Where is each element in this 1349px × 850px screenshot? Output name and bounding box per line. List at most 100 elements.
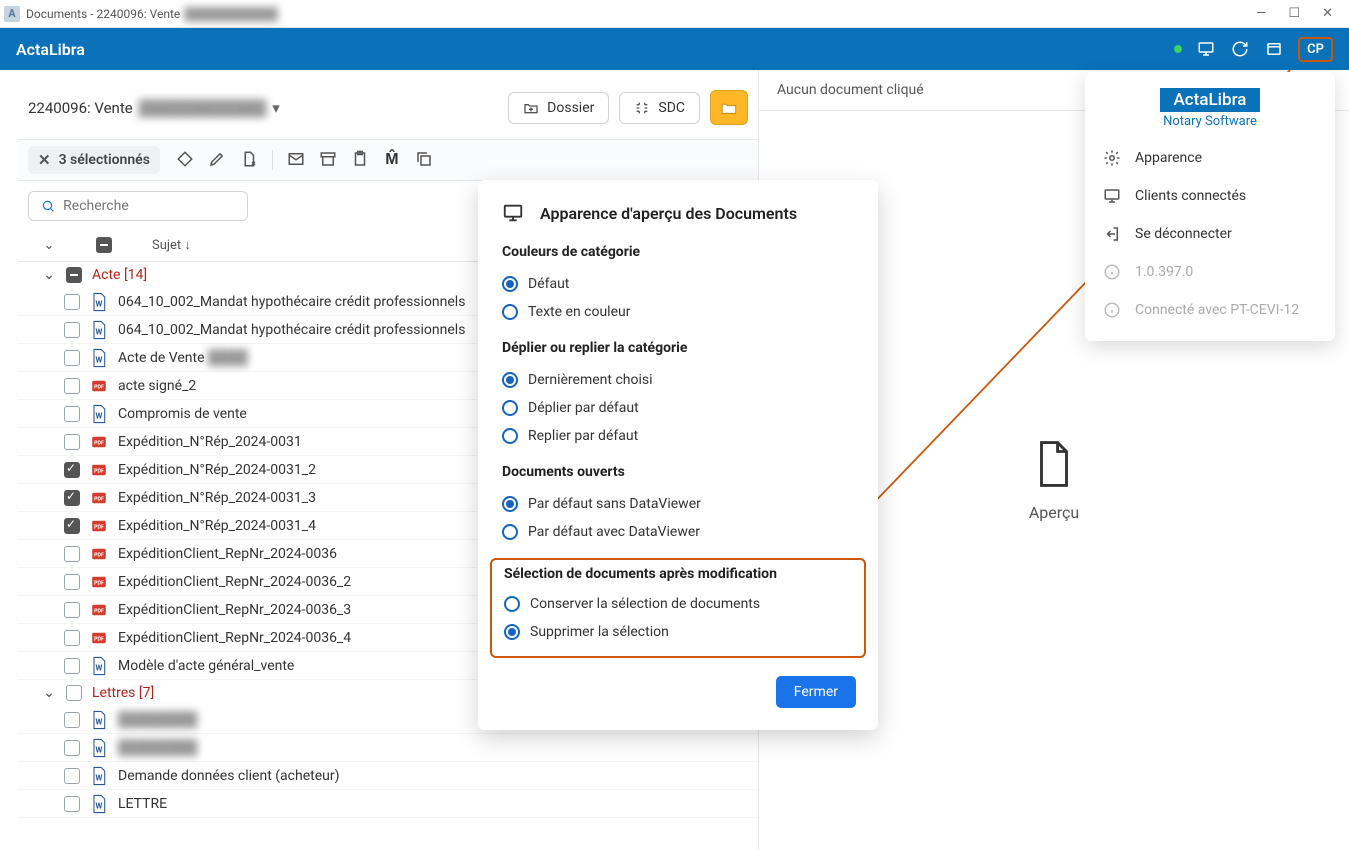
menu-clients[interactable]: Clients connectés bbox=[1085, 177, 1335, 215]
svg-text:W: W bbox=[96, 801, 103, 810]
refresh-icon[interactable] bbox=[1230, 39, 1250, 59]
monitor-icon bbox=[502, 202, 524, 224]
m-icon[interactable]: M̂ bbox=[383, 150, 401, 168]
table-row[interactable]: WDemande données client (acheteur) bbox=[18, 762, 758, 790]
archive-icon[interactable] bbox=[319, 150, 337, 168]
document-icon bbox=[1032, 439, 1076, 489]
user-menu-logo: ActaLibra Notary Software bbox=[1085, 84, 1335, 131]
word-icon: W bbox=[90, 292, 108, 312]
search-icon bbox=[41, 198, 55, 214]
column-subject[interactable]: Sujet ↓ bbox=[152, 237, 191, 253]
row-checkbox[interactable] bbox=[64, 490, 80, 506]
row-checkbox[interactable] bbox=[64, 350, 80, 366]
row-checkbox[interactable] bbox=[64, 602, 80, 618]
row-checkbox[interactable] bbox=[64, 574, 80, 590]
radio-with-dv[interactable]: Par défaut avec DataViewer bbox=[502, 518, 854, 546]
svg-text:W: W bbox=[96, 745, 103, 754]
maximize-icon[interactable]: ☐ bbox=[1288, 6, 1300, 21]
svg-text:PDF: PDF bbox=[94, 636, 104, 642]
status-indicator-icon bbox=[1174, 45, 1182, 53]
dialog-title: Apparence d'aperçu des Documents bbox=[540, 204, 797, 223]
selection-pill: ✕ 3 sélectionnés bbox=[28, 146, 160, 174]
row-checkbox[interactable] bbox=[64, 768, 80, 784]
group-checkbox[interactable] bbox=[66, 685, 82, 701]
info-icon bbox=[1103, 301, 1121, 319]
row-checkbox[interactable] bbox=[64, 740, 80, 756]
radio-lastchosen[interactable]: Dernièrement choisi bbox=[502, 366, 854, 394]
doc-name-blurred: ████████ bbox=[118, 711, 197, 728]
group-label: Acte [14] bbox=[92, 267, 147, 283]
section-selection: Sélection de documents après modificatio… bbox=[504, 566, 852, 582]
svg-text:W: W bbox=[96, 717, 103, 726]
svg-text:W: W bbox=[96, 663, 103, 672]
svg-text:W: W bbox=[96, 355, 103, 364]
row-checkbox[interactable] bbox=[64, 796, 80, 812]
mail-icon[interactable] bbox=[287, 150, 305, 168]
copy-icon[interactable] bbox=[415, 150, 433, 168]
row-checkbox[interactable] bbox=[64, 406, 80, 422]
chevron-down-icon[interactable]: ⌄ bbox=[42, 685, 56, 701]
search-input-wrapper[interactable] bbox=[28, 191, 248, 221]
user-menu: ActaLibra Notary Software Apparence Clie… bbox=[1085, 72, 1335, 341]
pdf-icon: PDF bbox=[90, 544, 108, 564]
row-checkbox[interactable] bbox=[64, 378, 80, 394]
svg-text:PDF: PDF bbox=[94, 384, 104, 390]
monitor-icon[interactable] bbox=[1196, 39, 1216, 59]
radio-default[interactable]: Défaut bbox=[502, 270, 854, 298]
expand-all-icon[interactable]: ⌄ bbox=[42, 238, 56, 253]
menu-appearance[interactable]: Apparence bbox=[1085, 139, 1335, 177]
minimize-icon[interactable]: — bbox=[1256, 6, 1266, 21]
row-checkbox[interactable] bbox=[64, 658, 80, 674]
window-title-bar: A Documents - 2240096: Vente ███████████… bbox=[0, 0, 1349, 28]
table-row[interactable]: W████████ bbox=[18, 734, 758, 762]
doc-name: Acte de Vente ████ bbox=[118, 349, 248, 366]
svg-text:PDF: PDF bbox=[94, 440, 104, 446]
info-icon bbox=[1103, 263, 1121, 281]
clear-selection-icon[interactable]: ✕ bbox=[38, 151, 51, 169]
edit-icon[interactable] bbox=[208, 150, 226, 168]
open-folder-button[interactable] bbox=[710, 90, 748, 125]
row-checkbox[interactable] bbox=[64, 518, 80, 534]
tag-icon[interactable] bbox=[176, 150, 194, 168]
row-checkbox[interactable] bbox=[64, 294, 80, 310]
close-icon[interactable]: ✕ bbox=[1322, 6, 1333, 21]
row-checkbox[interactable] bbox=[64, 712, 80, 728]
sdc-button-label: SDC bbox=[658, 100, 685, 116]
radio-clear-selection[interactable]: Supprimer la sélection bbox=[504, 618, 852, 646]
doc-name: Demande données client (acheteur) bbox=[118, 768, 339, 784]
radio-colortext[interactable]: Texte en couleur bbox=[502, 298, 854, 326]
row-checkbox[interactable] bbox=[64, 462, 80, 478]
row-checkbox[interactable] bbox=[64, 322, 80, 338]
pdf-icon: PDF bbox=[90, 432, 108, 452]
user-badge[interactable]: CP bbox=[1298, 37, 1333, 62]
close-dialog-button[interactable]: Fermer bbox=[776, 676, 856, 708]
window-icon[interactable] bbox=[1264, 39, 1284, 59]
doc-name: ExpéditionClient_RepNr_2024-0036_2 bbox=[118, 574, 351, 590]
doc-name: Modèle d'acte général_vente bbox=[118, 658, 294, 674]
word-icon: W bbox=[90, 710, 108, 730]
radio-unfold[interactable]: Déplier par défaut bbox=[502, 394, 854, 422]
pdf-icon: PDF bbox=[90, 572, 108, 592]
group-checkbox[interactable] bbox=[66, 267, 82, 283]
sdc-button[interactable]: SDC bbox=[619, 92, 700, 124]
section-opened: Documents ouverts bbox=[502, 464, 854, 480]
menu-logout[interactable]: Se déconnecter bbox=[1085, 215, 1335, 253]
chevron-down-icon[interactable]: ▾ bbox=[272, 99, 280, 117]
svg-text:W: W bbox=[96, 299, 103, 308]
radio-keep-selection[interactable]: Conserver la sélection de documents bbox=[504, 590, 852, 618]
file-remove-icon[interactable] bbox=[240, 150, 258, 168]
select-all-checkbox[interactable] bbox=[96, 237, 112, 253]
row-checkbox[interactable] bbox=[64, 434, 80, 450]
dossier-button-label: Dossier bbox=[547, 100, 594, 116]
search-input[interactable] bbox=[63, 198, 235, 214]
clipboard-icon[interactable] bbox=[351, 150, 369, 168]
app-icon: A bbox=[4, 6, 20, 22]
radio-fold[interactable]: Replier par défaut bbox=[502, 422, 854, 450]
row-checkbox[interactable] bbox=[64, 546, 80, 562]
radio-without-dv[interactable]: Par défaut sans DataViewer bbox=[502, 490, 854, 518]
table-row[interactable]: WLETTRE bbox=[18, 790, 758, 818]
word-icon: W bbox=[90, 794, 108, 814]
dossier-button[interactable]: Dossier bbox=[508, 92, 609, 124]
chevron-down-icon[interactable]: ⌄ bbox=[42, 267, 56, 283]
row-checkbox[interactable] bbox=[64, 630, 80, 646]
